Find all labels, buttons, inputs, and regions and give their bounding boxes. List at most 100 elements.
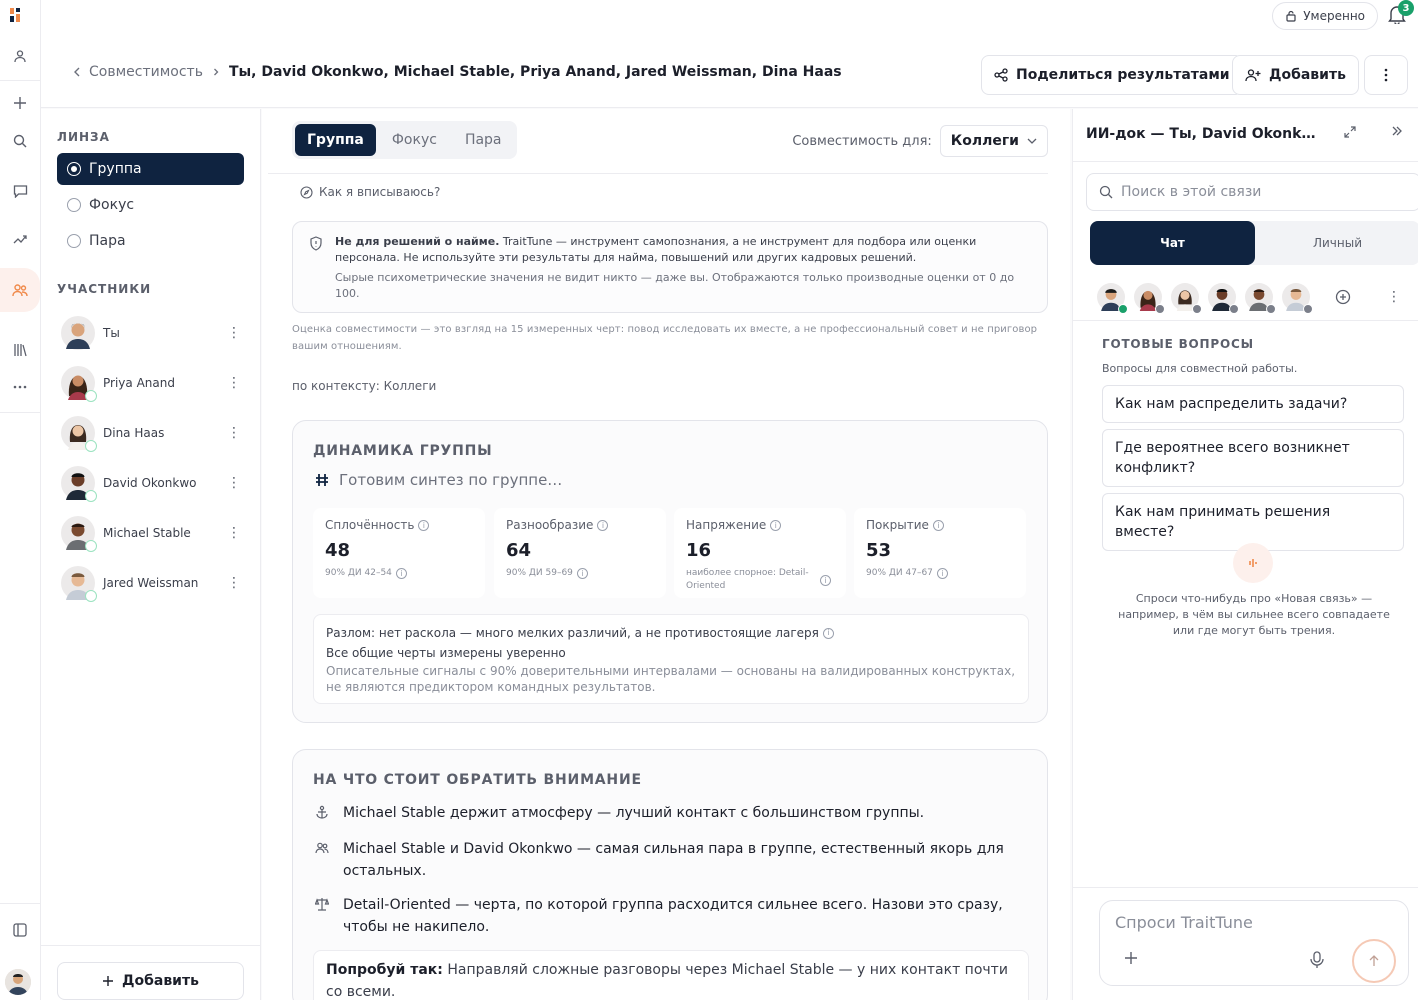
view-tabs: Группа Фокус Пара <box>292 121 517 159</box>
more-icon[interactable] <box>0 372 40 402</box>
add-person-icon <box>1245 69 1261 82</box>
info-icon[interactable]: i <box>418 519 430 531</box>
search-icon[interactable] <box>0 126 40 156</box>
mode-pill[interactable]: Умеренно <box>1272 2 1378 30</box>
avatar[interactable] <box>1171 283 1202 314</box>
panel-title: ИИ-док — Ты, David Okonkwo, Michael Stab… <box>1086 126 1326 142</box>
back-link-label: Совместимость <box>89 64 203 80</box>
info-icon[interactable]: i <box>770 519 782 531</box>
attention-text: Detail-Oriented — черта, по которой груп… <box>343 897 1003 935</box>
participant-row[interactable]: Priya Anand ⋮ <box>61 363 241 403</box>
add-participant-button[interactable]: Добавить <box>57 962 244 1000</box>
participant-row[interactable]: Michael Stable ⋮ <box>61 513 241 553</box>
tab-group[interactable]: Группа <box>295 124 376 156</box>
search-placeholder: Поиск в этой связи <box>1121 184 1262 200</box>
kebab-icon[interactable]: ⋮ <box>227 425 241 441</box>
info-icon[interactable]: i <box>576 568 588 579</box>
kebab-icon[interactable]: ⋮ <box>227 475 241 491</box>
bell-icon[interactable]: 3 <box>1388 0 1414 26</box>
seg-chat[interactable]: Чат <box>1090 221 1255 265</box>
compass-icon <box>300 185 313 199</box>
avatar[interactable] <box>1208 283 1239 314</box>
card-title: НА ЧТО СТОИТ ОБРАТИТЬ ВНИМАНИЕ <box>313 772 642 788</box>
lens-option-pair[interactable]: Пара <box>57 225 244 257</box>
panel-search-input[interactable]: Поиск в этой связи <box>1086 173 1418 211</box>
compare-icon[interactable] <box>0 226 40 256</box>
panel-icon[interactable] <box>0 915 40 945</box>
try-bold: Попробуй так: <box>326 962 443 978</box>
info-icon[interactable]: i <box>395 568 407 579</box>
plus-icon[interactable] <box>0 88 40 118</box>
chevron-left-icon <box>74 67 80 77</box>
composer-placeholder: Спроси TraitTune <box>1115 913 1253 932</box>
participant-name: Dina Haas <box>103 426 165 440</box>
panel-mode-switch: Чат Личный <box>1090 221 1418 265</box>
info-icon[interactable]: i <box>820 574 831 586</box>
microphone-icon[interactable] <box>1310 951 1324 969</box>
kebab-icon[interactable]: ⋮ <box>227 375 241 391</box>
metric-value: 53 <box>866 540 892 561</box>
compat-value: Коллеги <box>950 133 1019 149</box>
lens-option-group[interactable]: Группа <box>57 153 244 185</box>
person-icon[interactable] <box>0 41 40 71</box>
info-icon[interactable]: i <box>936 568 948 579</box>
attention-item: Michael Stable и David Okonkwo — самая с… <box>315 838 1015 882</box>
participant-row[interactable]: Dina Haas ⋮ <box>61 413 241 453</box>
split-line-3: Описательные сигналы с 90% доверительным… <box>326 664 1016 694</box>
kebab-icon[interactable]: ⋮ <box>1387 289 1401 305</box>
send-button[interactable] <box>1352 939 1396 983</box>
chevron-down-icon <box>1027 138 1037 144</box>
info-icon[interactable]: i <box>822 627 834 639</box>
how-i-fit-link[interactable]: Как я вписываюсь? <box>300 185 440 199</box>
search-icon <box>1099 185 1113 199</box>
back-link[interactable]: Совместимость <box>73 64 203 80</box>
chat-icon[interactable] <box>0 176 40 206</box>
new-chat-icon[interactable] <box>1335 289 1351 305</box>
kebab-icon[interactable]: ⋮ <box>227 525 241 541</box>
avatar[interactable] <box>1282 283 1313 314</box>
info-icon[interactable]: i <box>932 519 944 531</box>
lens-option-focus[interactable]: Фокус <box>57 189 244 221</box>
expand-icon[interactable] <box>1343 125 1357 139</box>
avatar[interactable] <box>1245 283 1276 314</box>
seg-personal[interactable]: Личный <box>1255 221 1418 265</box>
split-line: Разлом: нет раскола — много мелких разли… <box>326 626 819 640</box>
avatar[interactable] <box>1134 283 1165 314</box>
kebab-icon <box>1384 68 1388 82</box>
participant-row[interactable]: David Okonkwo ⋮ <box>61 463 241 503</box>
tab-focus[interactable]: Фокус <box>380 124 449 156</box>
disclaimer-bold: Не для решений о найме. <box>335 235 500 248</box>
lens-sidebar: ЛИНЗА Группа Фокус Пара УЧАСТНИКИ Ты ⋮ P… <box>41 109 261 1000</box>
attach-plus-icon[interactable] <box>1124 951 1138 965</box>
logo-icon[interactable] <box>8 6 26 24</box>
more-menu-button[interactable] <box>1364 55 1408 95</box>
participant-row[interactable]: Jared Weissman ⋮ <box>61 563 241 603</box>
suggested-question[interactable]: Как нам распределить задачи? <box>1102 385 1404 423</box>
attention-text: Michael Stable держит атмосферу — лучший… <box>343 805 925 821</box>
add-person-button[interactable]: Добавить <box>1232 55 1359 95</box>
chat-composer[interactable]: Спроси TraitTune <box>1099 900 1409 986</box>
tab-pair[interactable]: Пара <box>453 124 514 156</box>
metric-value: 48 <box>325 540 351 561</box>
questions-title: ГОТОВЫЕ ВОПРОСЫ <box>1102 337 1254 351</box>
kebab-icon[interactable]: ⋮ <box>227 325 241 341</box>
attention-item: Detail-Oriented — черта, по которой груп… <box>315 894 1015 938</box>
avatar <box>61 416 97 452</box>
compat-dropdown[interactable]: Коллеги <box>939 125 1048 157</box>
collapse-panel-icon[interactable] <box>1391 125 1403 137</box>
avatar <box>61 466 97 502</box>
add-participant-label: Добавить <box>122 973 199 989</box>
library-icon[interactable] <box>0 335 40 365</box>
people-icon[interactable] <box>0 268 40 312</box>
suggested-question[interactable]: Где вероятнее всего возникнет конфликт? <box>1102 429 1404 487</box>
kebab-icon[interactable]: ⋮ <box>227 575 241 591</box>
avatar[interactable] <box>1097 283 1128 314</box>
radio-icon <box>67 198 81 212</box>
synthesis-text: Готовим синтез по группе… <box>339 471 563 489</box>
participant-name: Jared Weissman <box>103 576 199 590</box>
info-icon[interactable]: i <box>597 519 609 531</box>
user-avatar[interactable] <box>5 969 31 995</box>
share-button[interactable]: Поделиться результатами <box>981 55 1243 95</box>
participant-row[interactable]: Ты ⋮ <box>61 313 241 353</box>
compat-selector: Совместимость для: Коллеги <box>792 125 1048 157</box>
